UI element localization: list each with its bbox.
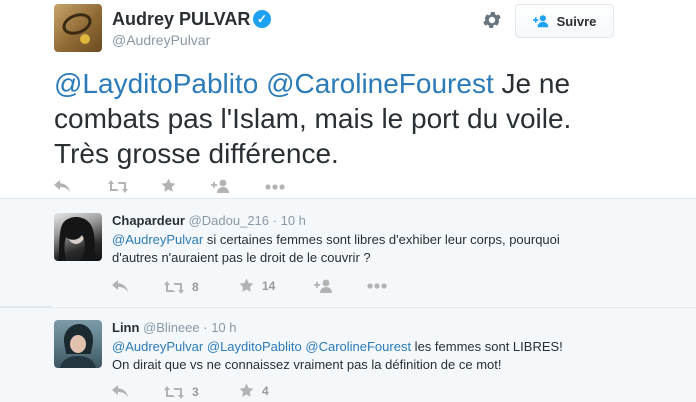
favorite-action[interactable]: 4 bbox=[239, 383, 269, 398]
retweet-icon bbox=[164, 280, 184, 294]
tweet-text: @LayditoPablito @CarolineFourest Je ne c… bbox=[54, 66, 634, 171]
retweet-action[interactable] bbox=[108, 180, 128, 193]
follow-person-icon bbox=[532, 15, 548, 28]
reply-icon bbox=[54, 180, 70, 192]
more-icon bbox=[265, 184, 285, 190]
favorite-count: 4 bbox=[262, 383, 269, 398]
more-action[interactable] bbox=[367, 283, 387, 289]
reply-author[interactable]: Linn @Blineee · 10 h bbox=[112, 320, 237, 335]
follow-action[interactable] bbox=[211, 179, 231, 193]
mention-link[interactable]: @LayditoPablito bbox=[207, 339, 302, 354]
reply-avatar[interactable] bbox=[54, 213, 102, 261]
reply-icon bbox=[112, 385, 128, 397]
follow-label: Suivre bbox=[556, 13, 597, 29]
follow-icon bbox=[314, 279, 332, 293]
favorite-action[interactable] bbox=[161, 178, 176, 193]
retweet-action[interactable]: 8 bbox=[164, 280, 199, 294]
tweet-text-part: Très grosse différence. bbox=[54, 138, 339, 169]
favorite-icon bbox=[239, 278, 254, 292]
more-icon bbox=[367, 283, 387, 289]
reply-username[interactable]: @Dadou_216 bbox=[189, 213, 269, 228]
reply-text-part: d'autres n'auraient pas le droit de le c… bbox=[112, 250, 371, 265]
reply-author[interactable]: Chapardeur @Dadou_216 · 10 h bbox=[112, 213, 306, 228]
verified-icon: ✓ bbox=[253, 10, 271, 28]
reply-action[interactable] bbox=[112, 385, 128, 397]
tweet-text-part: Je ne bbox=[493, 68, 571, 99]
follow-button[interactable]: Suivre bbox=[515, 4, 614, 38]
follow-action[interactable] bbox=[314, 279, 334, 293]
reply-text-part: les femmes sont LIBRES! bbox=[411, 339, 563, 354]
reply-icon bbox=[112, 280, 128, 292]
retweet-icon bbox=[164, 385, 184, 399]
reply-tweet[interactable]: Linn @Blineee · 10 h @AudreyPulvar @Layd… bbox=[0, 307, 696, 402]
favorite-action[interactable]: 14 bbox=[239, 278, 275, 293]
retweet-count: 3 bbox=[192, 385, 199, 399]
mention-link[interactable]: @AudreyPulvar bbox=[112, 339, 203, 354]
reply-action[interactable] bbox=[54, 180, 70, 192]
tweet-text-part: combats pas l'Islam, mais le port du voi… bbox=[54, 103, 572, 134]
mention-link[interactable]: @AudreyPulvar bbox=[112, 232, 203, 247]
reply-text-part: si certaines femmes sont libres d'exhibe… bbox=[203, 232, 560, 247]
reply-tweet[interactable]: Chapardeur @Dadou_216 · 10 h @AudreyPulv… bbox=[0, 198, 696, 306]
reply-text-part: On dirait que vs ne connaissez vraiment … bbox=[112, 357, 502, 372]
reply-fullname[interactable]: Linn bbox=[112, 320, 139, 335]
reply-time[interactable]: · 10 h bbox=[203, 320, 236, 335]
reply-time[interactable]: · 10 h bbox=[273, 213, 306, 228]
follow-icon bbox=[211, 179, 229, 193]
author-fullname[interactable]: Audrey PULVAR bbox=[112, 9, 250, 30]
author-username[interactable]: @AudreyPulvar bbox=[112, 32, 210, 48]
reply-avatar[interactable] bbox=[54, 320, 102, 368]
reply-fullname[interactable]: Chapardeur bbox=[112, 213, 185, 228]
retweet-action[interactable]: 3 bbox=[164, 385, 199, 399]
reply-text: @AudreyPulvar si certaines femmes sont l… bbox=[112, 231, 632, 267]
favorite-icon bbox=[239, 383, 254, 397]
favorite-count: 14 bbox=[262, 278, 276, 293]
favorite-icon bbox=[161, 178, 176, 192]
mention-link[interactable]: @CarolineFourest bbox=[266, 68, 494, 99]
mention-link[interactable]: @CarolineFourest bbox=[305, 339, 411, 354]
retweet-count: 8 bbox=[192, 280, 199, 294]
reply-username[interactable]: @Blineee bbox=[143, 320, 200, 335]
retweet-icon bbox=[108, 180, 128, 193]
mention-link[interactable]: @LayditoPablito bbox=[54, 68, 258, 99]
author-avatar[interactable] bbox=[54, 4, 102, 52]
reply-action[interactable] bbox=[112, 280, 128, 292]
gear-icon[interactable] bbox=[481, 9, 503, 31]
reply-text: @AudreyPulvar @LayditoPablito @CarolineF… bbox=[112, 338, 632, 374]
main-tweet: Audrey PULVAR ✓ @AudreyPulvar Suivre @La… bbox=[0, 0, 696, 196]
more-action[interactable] bbox=[265, 184, 285, 190]
